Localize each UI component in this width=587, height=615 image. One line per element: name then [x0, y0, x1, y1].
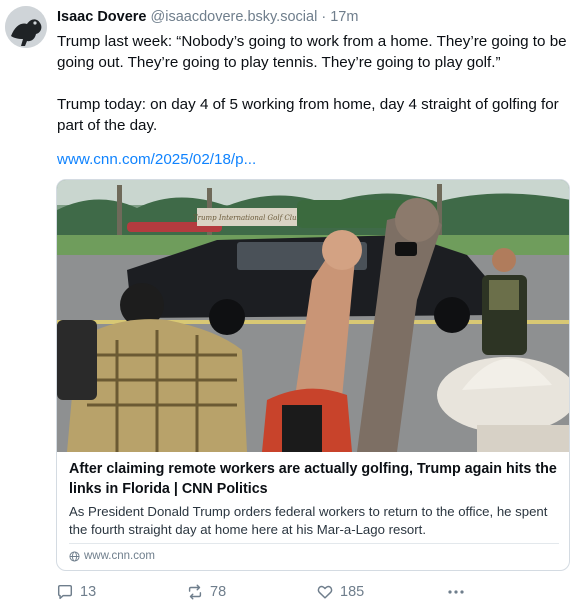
embed-domain: www.cnn.com	[84, 550, 155, 562]
post-text: Trump last week: “Nobody’s going to work…	[57, 31, 577, 136]
like-count: 185	[340, 584, 365, 600]
reply-count: 13	[80, 584, 97, 600]
more-options-button[interactable]	[446, 583, 466, 601]
repost-count: 78	[210, 584, 227, 600]
avatar-image	[5, 6, 47, 48]
heart-icon	[317, 585, 333, 599]
author-handle[interactable]: @isaacdovere.bsky.social	[151, 9, 318, 25]
author-display-name[interactable]: Isaac Dovere	[57, 9, 146, 25]
embed-divider	[69, 543, 559, 544]
author-avatar[interactable]	[5, 6, 47, 48]
post: Isaac Dovere @isaacdovere.bsky.social · …	[0, 0, 587, 615]
link-embed-card[interactable]: Trump International Golf Club After clai…	[56, 179, 570, 571]
repost-button[interactable]: 78	[186, 583, 226, 601]
header-separator: ·	[321, 9, 327, 25]
post-timestamp[interactable]: 17m	[330, 9, 358, 25]
embed-domain-row: www.cnn.com	[69, 549, 155, 563]
repost-icon	[188, 584, 202, 600]
post-action-bar: 13 78 185	[56, 583, 576, 603]
post-text-paragraph-2: Trump today: on day 4 of 5 working from …	[57, 96, 559, 134]
post-link[interactable]: www.cnn.com/2025/02/18/p...	[57, 149, 256, 170]
post-header: Isaac Dovere @isaacdovere.bsky.social · …	[57, 8, 358, 26]
embed-description: As President Donald Trump orders federal…	[69, 504, 548, 537]
more-icon	[448, 590, 464, 594]
embed-image: Trump International Golf Club	[57, 180, 569, 452]
like-button[interactable]: 185	[316, 583, 364, 601]
golf-club-sign: Trump International Golf Club	[193, 214, 301, 222]
globe-icon	[69, 550, 80, 562]
post-text-paragraph-1: Trump last week: “Nobody’s going to work…	[57, 33, 567, 71]
embed-title[interactable]: After claiming remote workers are actual…	[69, 459, 559, 499]
reply-icon	[57, 584, 73, 600]
reply-button[interactable]: 13	[56, 583, 96, 601]
